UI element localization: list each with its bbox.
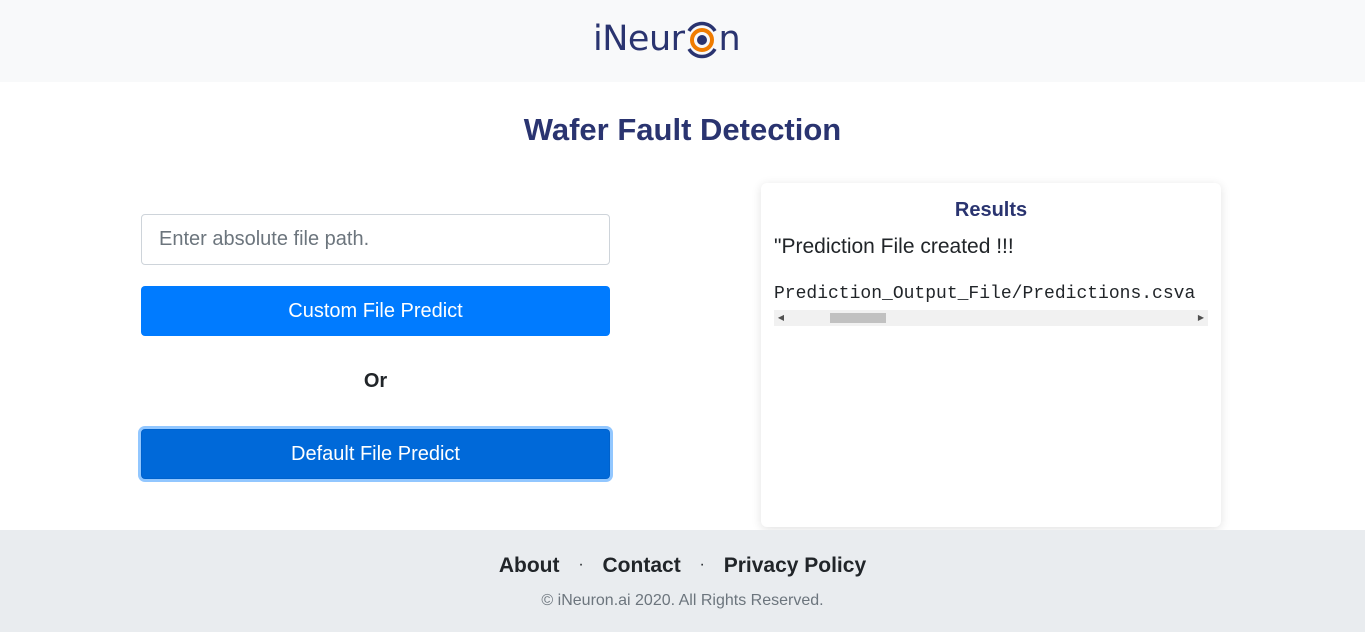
results-output-path: Prediction_Output_File/Predictions.csva [774,284,1196,304]
copyright-text: © iNeuron.ai 2020. All Rights Reserved. [541,592,824,609]
scroll-left-arrow-icon[interactable]: ◀ [774,310,788,326]
logo-ring-icon [685,14,719,64]
footer-separator: · [578,556,584,573]
footer-link-about[interactable]: About [499,554,560,577]
file-path-input[interactable] [141,214,610,265]
custom-file-predict-button[interactable]: Custom File Predict [141,286,610,336]
footer-link-contact[interactable]: Contact [603,554,681,577]
results-message: "Prediction File created !!! [774,235,1014,258]
ineuron-logo[interactable]: iNeur n [593,14,741,64]
footer-separator: · [699,556,705,573]
page-footer: About · Contact · Privacy Policy © iNeur… [0,530,1365,632]
results-panel: Results "Prediction File created !!! Pre… [761,183,1221,527]
horizontal-scrollbar[interactable]: ◀ ▶ [774,310,1208,326]
scrollbar-thumb[interactable] [830,313,886,323]
logo-text-prefix: iNeur [593,19,685,59]
footer-link-privacy-policy[interactable]: Privacy Policy [724,554,866,577]
logo-text-suffix: n [718,19,741,59]
results-title: Results [954,199,1028,221]
or-divider-label: Or [363,370,388,392]
default-file-predict-button[interactable]: Default File Predict [141,429,610,479]
footer-links: About · Contact · Privacy Policy [0,554,1365,578]
top-navbar: iNeur n [0,0,1365,82]
page-title: Wafer Fault Detection [523,112,842,147]
scroll-right-arrow-icon[interactable]: ▶ [1194,310,1208,326]
